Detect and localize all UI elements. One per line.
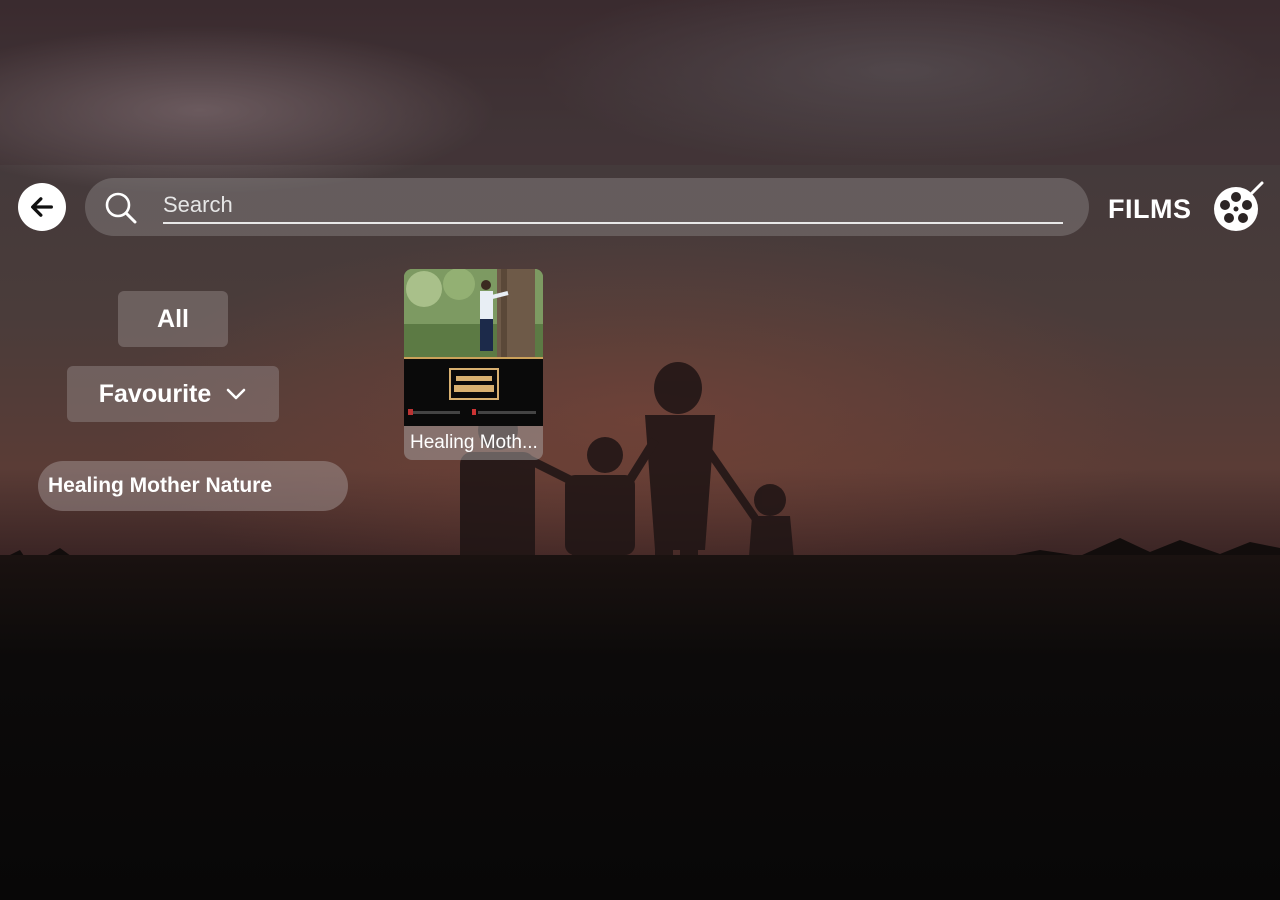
search-icon[interactable] <box>101 188 141 228</box>
film-title: Healing Moth... <box>410 432 538 453</box>
film-card[interactable]: Healing Moth... <box>404 269 543 460</box>
category-tag[interactable]: Healing Mother Nature <box>38 461 348 511</box>
arrow-left-icon <box>31 197 53 217</box>
search-bar[interactable] <box>85 178 1089 236</box>
section-title: FILMS <box>1108 194 1192 224</box>
favourite-label: Favourite <box>98 379 212 408</box>
search-input[interactable] <box>163 188 1063 224</box>
filter-all-button[interactable]: All <box>118 291 228 347</box>
filter-all-label: All <box>157 304 189 333</box>
chevron-down-icon <box>226 388 246 400</box>
ground-shadow <box>0 555 1280 900</box>
background-image <box>0 0 1280 900</box>
category-tag-label: Healing Mother Nature <box>48 474 273 497</box>
film-reel-icon[interactable] <box>1212 181 1264 233</box>
film-thumbnail <box>404 269 543 357</box>
favourite-dropdown[interactable]: Favourite <box>67 366 279 422</box>
back-button[interactable] <box>18 183 66 231</box>
film-thumbnail-banner <box>404 357 543 426</box>
sky-overlay <box>0 0 1280 165</box>
